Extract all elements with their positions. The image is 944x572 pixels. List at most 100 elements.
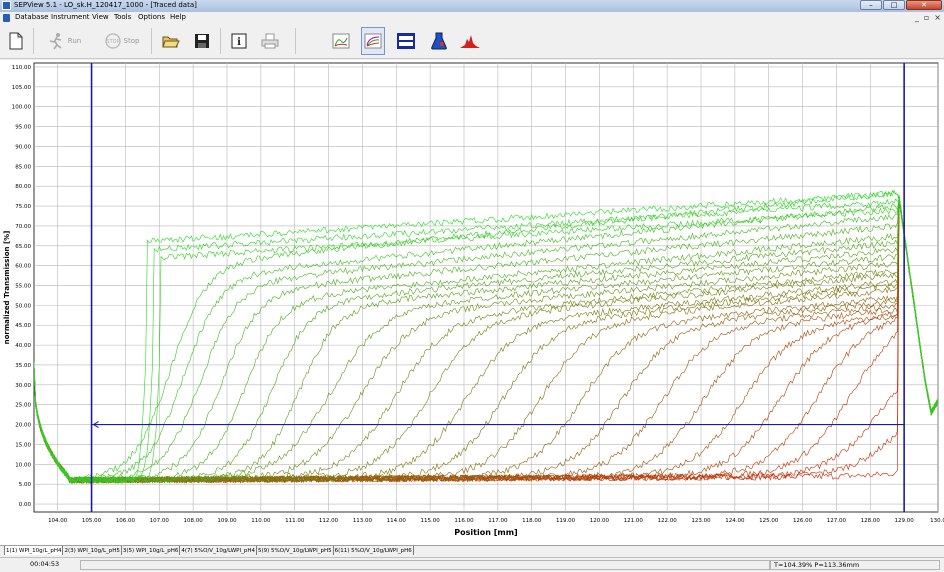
cursor-readout: T=104.39% P=113.36mm	[770, 560, 940, 570]
stop-button[interactable]: STOP Stop	[100, 27, 144, 55]
x-tick-label: 130.0	[930, 518, 944, 524]
y-tick-label: 80.00	[15, 184, 31, 190]
histogram-icon	[460, 35, 480, 48]
y-tick-label: 100.00	[12, 105, 32, 111]
x-axis-label: Position [mm]	[454, 528, 517, 537]
y-tick-label: 110.00	[12, 65, 32, 71]
mdi-minimize-button[interactable]: _	[915, 13, 919, 22]
histogram-button[interactable]	[458, 27, 482, 55]
x-tick-label: 128.00	[861, 518, 881, 524]
tab-sample-3[interactable]: 3(5) WPI_10g/L_pH6	[122, 546, 181, 555]
x-tick-label: 108.00	[184, 518, 204, 524]
svg-text:i: i	[237, 37, 241, 48]
x-tick-label: 111.00	[285, 518, 305, 524]
x-tick-label: 106.00	[116, 518, 136, 524]
stop-icon: STOP	[104, 33, 121, 49]
mdi-restore-button[interactable]: ▫	[924, 13, 929, 22]
x-tick-label: 107.00	[150, 518, 170, 524]
y-tick-label: 90.00	[15, 144, 31, 150]
app-icon	[2, 1, 11, 10]
display-button[interactable]	[394, 27, 418, 55]
run-icon	[49, 33, 62, 50]
new-button[interactable]	[5, 27, 27, 55]
x-tick-label: 119.00	[556, 518, 576, 524]
x-tick-label: 116.00	[454, 518, 474, 524]
open-button[interactable]	[160, 27, 182, 55]
x-tick-label: 122.00	[658, 518, 678, 524]
sample-tabs: 1(1) WPI_10g/L_pH4 2(3) WPI_10g/L_pH5 3(5)…	[0, 545, 944, 556]
info-button[interactable]: i	[228, 27, 250, 55]
y-tick-label: 30.00	[15, 383, 31, 389]
svg-text:STOP: STOP	[106, 39, 119, 45]
menu-tools[interactable]: Tools	[114, 13, 131, 21]
status-message	[80, 560, 770, 570]
menu-database[interactable]: Database	[15, 13, 48, 21]
y-tick-label: 10.00	[15, 462, 31, 468]
y-tick-label: 20.00	[15, 423, 31, 429]
elapsed-time: 00:04:53	[30, 560, 60, 568]
chart-canvas[interactable]: 0.00 5.00 10.00 15.00 20.00 25.00 30.00 35.00 40…	[0, 60, 944, 545]
tab-sample-4[interactable]: 4(7) 5%O/V_10g/LWPI_pH4	[180, 546, 257, 555]
x-tick-label: 110.00	[251, 518, 271, 524]
menu-options[interactable]: Options	[138, 13, 165, 21]
tab-sample-6[interactable]: 6(11) 5%O/V_10g/LWPI_pH6	[334, 546, 414, 555]
save-icon	[195, 34, 209, 48]
window-title: SEPView 5.1 - LO_sk.H_120417_1000 - [Tra…	[14, 1, 197, 9]
y-tick-label: 5.00	[19, 482, 32, 488]
x-tick-label: 123.00	[691, 518, 711, 524]
transmission-button[interactable]	[361, 27, 385, 55]
stop-label: Stop	[123, 37, 140, 45]
profile-button[interactable]	[330, 27, 352, 55]
status-bar: 00:04:53 T=104.39% P=113.36mm	[0, 557, 944, 572]
menu-instrument[interactable]: Instrument	[51, 13, 90, 21]
new-icon	[9, 32, 23, 50]
y-tick-label: 25.00	[15, 403, 31, 409]
tab-sample-1[interactable]: 1(1) WPI_10g/L_pH4	[4, 546, 64, 555]
x-tick-label: 115.00	[421, 518, 441, 524]
menu-view[interactable]: View	[92, 13, 109, 21]
x-tick-label: 127.00	[827, 518, 847, 524]
minimize-button[interactable]: –	[860, 0, 882, 10]
x-tick-label: 129.00	[895, 518, 915, 524]
print-icon	[261, 33, 279, 49]
run-button[interactable]: Run	[42, 27, 86, 55]
x-tick-label: 125.00	[759, 518, 779, 524]
print-button[interactable]	[259, 27, 281, 55]
tab-sample-5[interactable]: 5(9) 5%O/V_10g/LWPI_pH5	[257, 546, 334, 555]
x-tick-label: 117.00	[488, 518, 508, 524]
x-tick-label: 124.00	[725, 518, 745, 524]
mdi-close-button[interactable]: ×	[934, 13, 941, 22]
y-tick-label: 85.00	[15, 164, 31, 170]
sample-button[interactable]	[428, 27, 450, 55]
x-tick-label: 104.00	[48, 518, 68, 524]
y-tick-label: 15.00	[15, 442, 31, 448]
x-tick-label: 114.00	[387, 518, 407, 524]
menu-help[interactable]: Help	[170, 13, 186, 21]
document-icon[interactable]	[3, 14, 10, 22]
y-tick-label: 60.00	[15, 264, 31, 270]
x-tick-label: 118.00	[522, 518, 542, 524]
info-icon: i	[231, 33, 247, 49]
close-button[interactable]: ✕	[906, 0, 942, 10]
title-bar: SEPView 5.1 - LO_sk.H_120417_1000 - [Tra…	[0, 0, 944, 12]
y-tick-label: 70.00	[15, 224, 31, 230]
profile-icon	[332, 33, 350, 49]
tab-sample-2[interactable]: 2(3) WPI_10g/L_pH5	[63, 546, 122, 555]
y-tick-label: 75.00	[15, 204, 31, 210]
y-tick-label: 35.00	[15, 363, 31, 369]
transmission-chart[interactable]: 0.00 5.00 10.00 15.00 20.00 25.00 30.00 35.00 40…	[0, 60, 944, 545]
window-controls: – □ ✕	[860, 0, 942, 10]
y-tick-label: 65.00	[15, 244, 31, 250]
x-tick-label: 120.00	[590, 518, 610, 524]
menu-bar: Database Instrument View Tools Options H…	[0, 12, 944, 24]
y-tick-label: 45.00	[15, 323, 31, 329]
x-tick-label: 121.00	[624, 518, 644, 524]
run-label: Run	[67, 37, 82, 45]
x-tick-label: 112.00	[319, 518, 339, 524]
sample-icon	[431, 32, 447, 50]
mdi-controls: _ ▫ ×	[915, 13, 941, 22]
maximize-button[interactable]: □	[883, 0, 905, 10]
y-axis-label: normalized Transmission [%]	[3, 231, 11, 345]
y-tick-label: 55.00	[15, 284, 31, 290]
save-button[interactable]	[191, 27, 213, 55]
